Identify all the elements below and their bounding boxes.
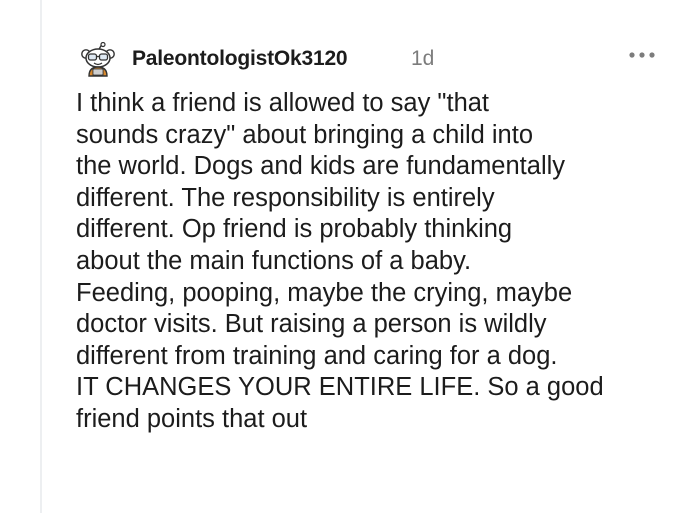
comment-body-line: I think a friend is allowed to say "that [76,89,490,117]
more-options-icon[interactable] [627,43,657,67]
comment-header: PaleontologistOk3120 1d [80,40,680,80]
comment-body-line: different from training and caring for a… [76,341,558,370]
comment-card: PaleontologistOk3120 1d I think a friend… [0,0,700,513]
comment-age: 1d [411,47,435,70]
snoo-avatar-icon[interactable] [80,42,116,78]
comment-body: I think a friend is allowed to say "that… [76,88,676,436]
comment-body-line: different. The responsibility is entirel… [76,183,495,212]
comment-body-line: Feeding, pooping, maybe the crying, mayb… [76,278,573,307]
username-link[interactable]: PaleontologistOk3120 [132,47,348,71]
thread-line[interactable] [40,0,42,513]
comment-body-line: sounds crazy" about bringing a child int… [76,120,533,149]
comment-body-line: the world. Dogs and kids are fundamental… [76,152,566,181]
comment-body-line: IT CHANGES YOUR ENTIRE LIFE. So a good [76,373,604,402]
comment-body-line: friend points that out [76,404,308,433]
comment-body-line: different. Op friend is probably thinkin… [76,215,513,244]
comment-body-line: doctor visits. But raising a person is w… [76,310,547,339]
comment-body-line: about the main functions of a baby. [76,246,472,275]
